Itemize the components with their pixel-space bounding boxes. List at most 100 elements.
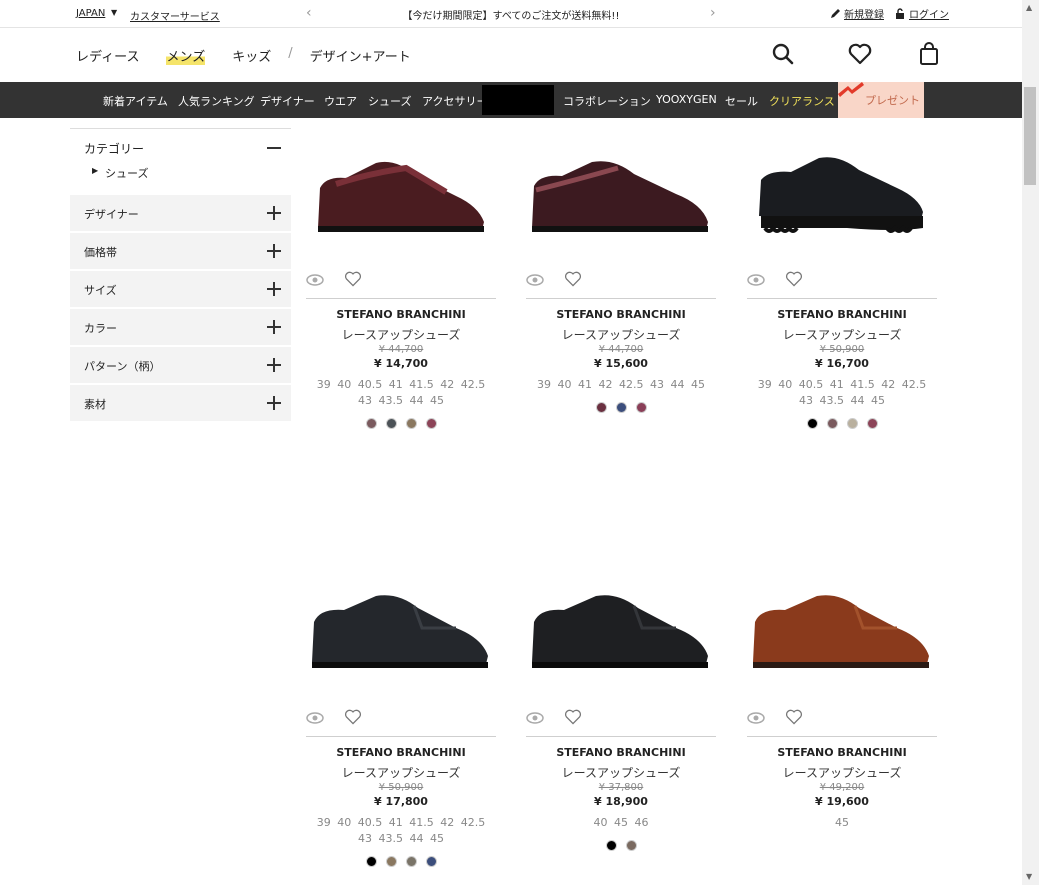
register-link[interactable]: 新規登録 <box>830 6 884 21</box>
menu-collaboration[interactable]: コラボレーション <box>563 93 651 109</box>
filter-material[interactable]: 素材 <box>70 385 291 421</box>
scroll-up-arrow-icon[interactable]: ▲ <box>1026 3 1032 12</box>
nav-kids[interactable]: キッズ <box>232 46 271 65</box>
heart-icon[interactable] <box>344 271 362 287</box>
product-card[interactable]: STEFANO BRANCHINI レースアップシューズ ¥ 49,200 ¥ … <box>747 566 937 829</box>
color-swatch[interactable] <box>385 856 397 867</box>
nav-design-art[interactable]: デザイン+アート <box>310 46 411 65</box>
original-price: ¥ 49,200 <box>819 782 865 793</box>
search-icon[interactable] <box>771 42 795 66</box>
shoe-image <box>318 161 484 232</box>
nav-ladies[interactable]: レディース <box>76 46 139 65</box>
color-swatch[interactable] <box>625 840 637 851</box>
color-swatch[interactable] <box>405 418 417 429</box>
product-image[interactable] <box>526 566 716 696</box>
eye-icon[interactable] <box>747 273 765 287</box>
size-list: 39 40 40.5 41 41.5 42 42.5 43 43.5 44 45 <box>757 378 927 407</box>
ribbon-icon <box>838 82 864 97</box>
menu-sale[interactable]: セール <box>725 93 758 109</box>
heart-icon[interactable] <box>564 709 582 725</box>
color-swatch[interactable] <box>425 418 437 429</box>
color-swatch[interactable] <box>365 856 377 867</box>
scrollbar-thumb[interactable] <box>1024 87 1036 185</box>
color-swatch[interactable] <box>806 418 818 429</box>
nav-separator: / <box>288 46 293 61</box>
promo-prev-icon[interactable]: ‹ <box>306 5 312 21</box>
eye-icon[interactable] <box>747 711 765 725</box>
heart-icon[interactable] <box>785 709 803 725</box>
product-type: レースアップシューズ <box>341 328 461 342</box>
vertical-scrollbar[interactable]: ▲ ▼ <box>1022 0 1039 885</box>
color-swatch[interactable] <box>425 856 437 867</box>
menu-clearance[interactable]: クリアランス <box>769 93 835 109</box>
color-swatch[interactable] <box>846 418 858 429</box>
product-type: レースアップシューズ <box>782 766 902 780</box>
color-swatch[interactable] <box>405 856 417 867</box>
eye-icon[interactable] <box>526 711 544 725</box>
caret-down-icon[interactable]: ▼ <box>111 8 117 17</box>
expand-plus-icon[interactable] <box>267 282 281 296</box>
product-card[interactable]: STEFANO BRANCHINI レースアップシューズ ¥ 50,900 ¥ … <box>747 128 937 429</box>
nav-mens[interactable]: メンズ <box>166 46 206 65</box>
eye-icon[interactable] <box>526 273 544 287</box>
product-image[interactable] <box>747 128 937 258</box>
color-swatch[interactable] <box>385 418 397 429</box>
menu-shoes[interactable]: シューズ <box>368 93 411 109</box>
filter-price[interactable]: 価格帯 <box>70 233 291 269</box>
menu-ranking[interactable]: 人気ランキング <box>178 93 255 109</box>
filter-color[interactable]: カラー <box>70 309 291 345</box>
country-selector[interactable]: JAPAN <box>76 8 105 19</box>
caret-right-icon: ▶ <box>92 166 99 175</box>
scroll-down-arrow-icon[interactable]: ▼ <box>1026 872 1032 881</box>
expand-plus-icon[interactable] <box>267 320 281 334</box>
original-price: ¥ 50,900 <box>378 782 424 793</box>
expand-plus-icon[interactable] <box>267 358 281 372</box>
filter-label: パターン（柄） <box>84 360 161 373</box>
collapse-minus-icon[interactable] <box>267 147 281 149</box>
shoe-image <box>312 595 488 668</box>
product-image[interactable] <box>526 128 716 258</box>
menu-designers[interactable]: デザイナー <box>260 93 315 109</box>
filter-designer[interactable]: デザイナー <box>70 195 291 231</box>
product-card[interactable]: STEFANO BRANCHINI レースアップシューズ ¥ 50,900 ¥ … <box>306 566 496 867</box>
color-swatch[interactable] <box>635 402 647 413</box>
color-swatch[interactable] <box>605 840 617 851</box>
promo-next-icon[interactable]: › <box>710 5 716 21</box>
shoe-image <box>759 157 923 233</box>
expand-plus-icon[interactable] <box>267 396 281 410</box>
expand-plus-icon[interactable] <box>267 206 281 220</box>
menu-present[interactable]: プレゼント <box>838 82 924 118</box>
customer-service-link[interactable]: カスタマーサービス <box>130 8 220 23</box>
expand-plus-icon[interactable] <box>267 244 281 258</box>
filter-pattern[interactable]: パターン（柄） <box>70 347 291 383</box>
color-swatch[interactable] <box>595 402 607 413</box>
product-card[interactable]: STEFANO BRANCHINI レースアップシューズ ¥ 44,700 ¥ … <box>526 128 716 413</box>
category-filter-header[interactable]: カテゴリー <box>70 128 291 165</box>
wishlist-heart-icon[interactable] <box>848 42 872 66</box>
product-image[interactable] <box>306 566 496 696</box>
product-brand: STEFANO BRANCHINI <box>556 746 686 759</box>
product-card[interactable]: STEFANO BRANCHINI レースアップシューズ ¥ 44,700 ¥ … <box>306 128 496 429</box>
color-swatch[interactable] <box>365 418 377 429</box>
heart-icon[interactable] <box>344 709 362 725</box>
login-link[interactable]: ログイン <box>895 6 949 21</box>
category-item-shoes[interactable]: ▶ シューズ <box>70 165 291 195</box>
heart-icon[interactable] <box>785 271 803 287</box>
product-card[interactable]: STEFANO BRANCHINI レースアップシューズ ¥ 37,800 ¥ … <box>526 566 716 851</box>
heart-icon[interactable] <box>564 271 582 287</box>
menu-new-arrivals[interactable]: 新着アイテム <box>103 93 168 109</box>
size-list: 45 <box>835 816 849 829</box>
product-image[interactable] <box>306 128 496 258</box>
shopping-bag-icon[interactable] <box>917 42 941 66</box>
color-swatch[interactable] <box>866 418 878 429</box>
color-swatch[interactable] <box>615 402 627 413</box>
menu-wear[interactable]: ウエア <box>324 93 357 109</box>
sale-price: ¥ 14,700 <box>374 357 428 370</box>
menu-accessories[interactable]: アクセサリー <box>422 93 487 109</box>
color-swatch[interactable] <box>826 418 838 429</box>
filter-size[interactable]: サイズ <box>70 271 291 307</box>
product-image[interactable] <box>747 566 937 696</box>
menu-yooxygen[interactable]: YOOXYGEN <box>656 93 717 106</box>
eye-icon[interactable] <box>306 711 324 725</box>
eye-icon[interactable] <box>306 273 324 287</box>
